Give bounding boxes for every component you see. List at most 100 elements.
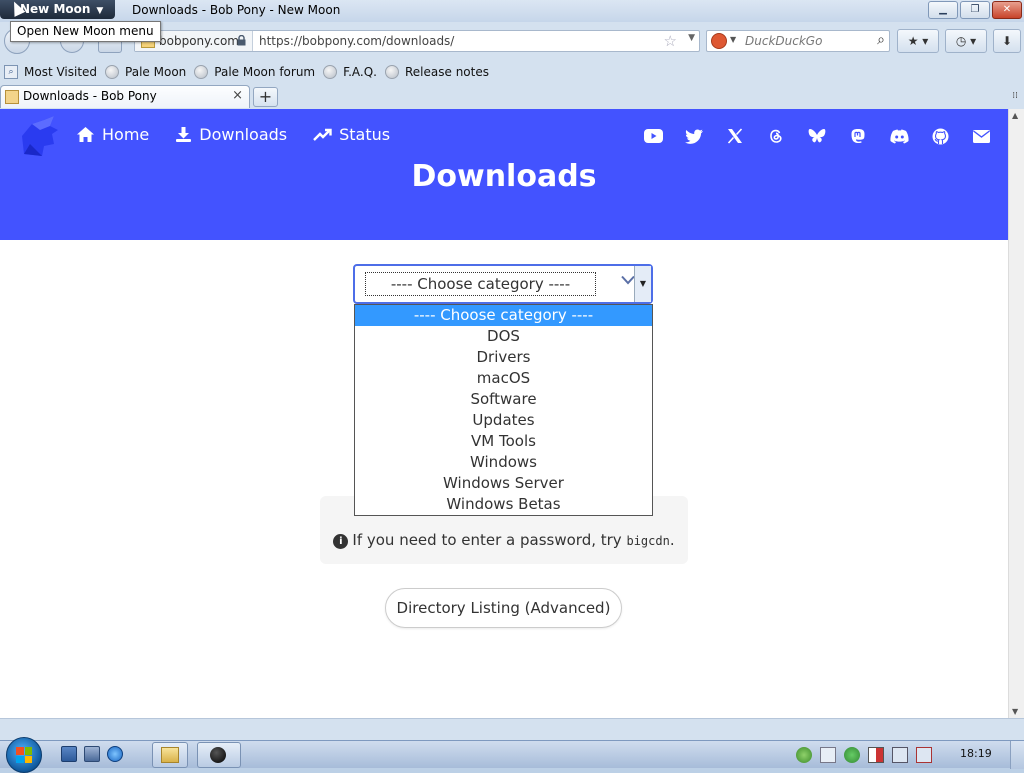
taskbar-clock[interactable]: 18:19	[960, 747, 992, 760]
category-option[interactable]: Drivers	[355, 347, 652, 368]
window-controls: ▁ ❐ ✕	[928, 1, 1022, 19]
history-button[interactable]: ◷ ▾	[945, 29, 987, 53]
globe-icon	[194, 65, 209, 79]
scroll-down-icon[interactable]: ▼	[1012, 707, 1018, 716]
bob-pony-logo[interactable]	[14, 114, 62, 162]
twitter-icon[interactable]	[684, 126, 704, 146]
discord-icon[interactable]	[889, 126, 909, 146]
url-text[interactable]: https://bobpony.com/downloads/	[259, 31, 454, 51]
bookmark-label: Release notes	[405, 65, 489, 79]
nav-status-link[interactable]: Status	[313, 125, 390, 144]
bookmark-label: Pale Moon forum	[214, 65, 316, 79]
bookmarks-toolbar: ⌕ Most Visited Pale Moon Pale Moon forum …	[0, 61, 1024, 83]
bookmarks-menu-button[interactable]: ★ ▾	[897, 29, 939, 53]
chevron-down-icon: ▼	[96, 6, 104, 16]
bookmark-release-notes[interactable]: Release notes	[385, 65, 489, 79]
page-title: Downloads	[411, 159, 597, 194]
search-engine-dropdown-icon[interactable]: ▼	[730, 35, 736, 44]
system-tray	[796, 747, 932, 763]
url-bar[interactable]: bobpony.com https://bobpony.com/download…	[134, 30, 700, 52]
nav-label: Status	[339, 125, 391, 144]
security-icon[interactable]	[844, 747, 860, 763]
folder-icon	[161, 747, 179, 763]
url-history-dropdown-icon[interactable]: ▼	[688, 33, 695, 43]
network-status-icon[interactable]	[796, 747, 812, 763]
tab-list-icon[interactable]: ⁞⁞	[1012, 91, 1018, 101]
bluesky-icon[interactable]	[807, 126, 827, 146]
search-bar[interactable]: ▼ DuckDuckGo ⌕	[706, 30, 890, 52]
category-option[interactable]: DOS	[355, 326, 652, 347]
status-bar	[0, 718, 1024, 740]
tab-downloads[interactable]: Downloads - Bob Pony ×	[0, 85, 250, 108]
youtube-icon[interactable]	[643, 126, 663, 146]
x-icon[interactable]	[725, 126, 745, 146]
taskbar-explorer-button[interactable]	[152, 742, 188, 768]
app-menu-tooltip: Open New Moon menu	[10, 21, 161, 42]
new-tab-button[interactable]: +	[253, 87, 278, 107]
title-bar: New Moon ▼ Downloads - Bob Pony - New Moo…	[0, 0, 1024, 22]
password-hint: i If you need to enter a password, try bi…	[320, 531, 688, 549]
network-icon[interactable]	[892, 747, 908, 763]
scroll-up-icon[interactable]: ▲	[1012, 111, 1018, 120]
category-option[interactable]: Software	[355, 389, 652, 410]
show-desktop-icon[interactable]	[61, 746, 77, 762]
category-option[interactable]: Windows	[355, 452, 652, 473]
most-visited-icon: ⌕	[4, 65, 18, 79]
volume-muted-icon[interactable]	[916, 747, 932, 763]
social-links	[643, 126, 991, 146]
category-select[interactable]: ---- Choose category ---- ▼	[353, 264, 653, 304]
download-arrow-icon: ⬇	[1001, 34, 1013, 48]
bookmark-pale-moon[interactable]: Pale Moon	[105, 65, 186, 79]
category-option[interactable]: Windows Betas	[355, 494, 652, 515]
close-tab-icon[interactable]: ×	[232, 88, 243, 103]
home-icon	[77, 127, 94, 142]
email-icon[interactable]	[971, 126, 991, 146]
category-option[interactable]: Updates	[355, 410, 652, 431]
category-option[interactable]: macOS	[355, 368, 652, 389]
show-desktop-button[interactable]	[1010, 741, 1024, 769]
internet-explorer-icon[interactable]	[107, 746, 123, 762]
nav-downloads-link[interactable]: Downloads	[175, 125, 287, 144]
new-moon-icon	[210, 747, 226, 763]
hint-password: bigcdn	[626, 534, 670, 548]
bookmarks-icon: ★ ▾	[907, 34, 929, 48]
bookmark-pale-moon-forum[interactable]: Pale Moon forum	[194, 65, 315, 79]
lock-icon	[237, 35, 246, 46]
nav-label: Downloads	[199, 125, 288, 144]
nav-home-link[interactable]: Home	[76, 125, 149, 144]
download-icon	[176, 127, 192, 142]
dropdown-arrow-button[interactable]: ▼	[634, 266, 651, 302]
bookmark-star-icon[interactable]: ☆	[664, 32, 677, 50]
hint-prefix: If you need to enter a password, try	[352, 531, 622, 549]
document-icon[interactable]	[820, 747, 836, 763]
close-window-button[interactable]: ✕	[992, 1, 1022, 19]
tab-title: Downloads - Bob Pony	[23, 89, 157, 103]
directory-listing-button[interactable]: Directory Listing (Advanced)	[385, 588, 622, 628]
bookmark-faq[interactable]: F.A.Q.	[323, 65, 377, 79]
bookmark-most-visited[interactable]: ⌕ Most Visited	[4, 65, 97, 79]
category-option[interactable]: ---- Choose category ----	[355, 305, 652, 326]
category-option[interactable]: VM Tools	[355, 431, 652, 452]
chevron-down-icon	[621, 275, 635, 285]
mastodon-icon[interactable]	[848, 126, 868, 146]
action-center-flag-icon[interactable]	[868, 747, 884, 763]
category-option[interactable]: Windows Server	[355, 473, 652, 494]
search-placeholder: DuckDuckGo	[745, 34, 823, 48]
minimize-button[interactable]: ▁	[928, 1, 958, 19]
github-icon[interactable]	[930, 126, 950, 146]
taskbar-browser-button[interactable]	[197, 742, 241, 768]
threads-icon[interactable]	[766, 126, 786, 146]
vertical-scrollbar[interactable]: ▲ ▼	[1008, 109, 1024, 718]
window-title: Downloads - Bob Pony - New Moon	[132, 3, 341, 17]
restore-button[interactable]: ❐	[960, 1, 990, 19]
tab-strip: Downloads - Bob Pony × + ⁞⁞	[0, 85, 1024, 109]
duckduckgo-icon[interactable]	[711, 33, 727, 49]
downloads-button[interactable]: ⬇	[993, 29, 1021, 53]
globe-icon	[385, 65, 399, 79]
bookmark-label: Pale Moon	[125, 65, 187, 79]
search-icon[interactable]: ⌕	[877, 32, 885, 48]
bookmark-label: Most Visited	[24, 65, 98, 79]
switch-windows-icon[interactable]	[84, 746, 100, 762]
category-dropdown-list: ---- Choose category ---- DOS Drivers ma…	[354, 304, 653, 516]
category-select-value: ---- Choose category ----	[365, 272, 596, 296]
